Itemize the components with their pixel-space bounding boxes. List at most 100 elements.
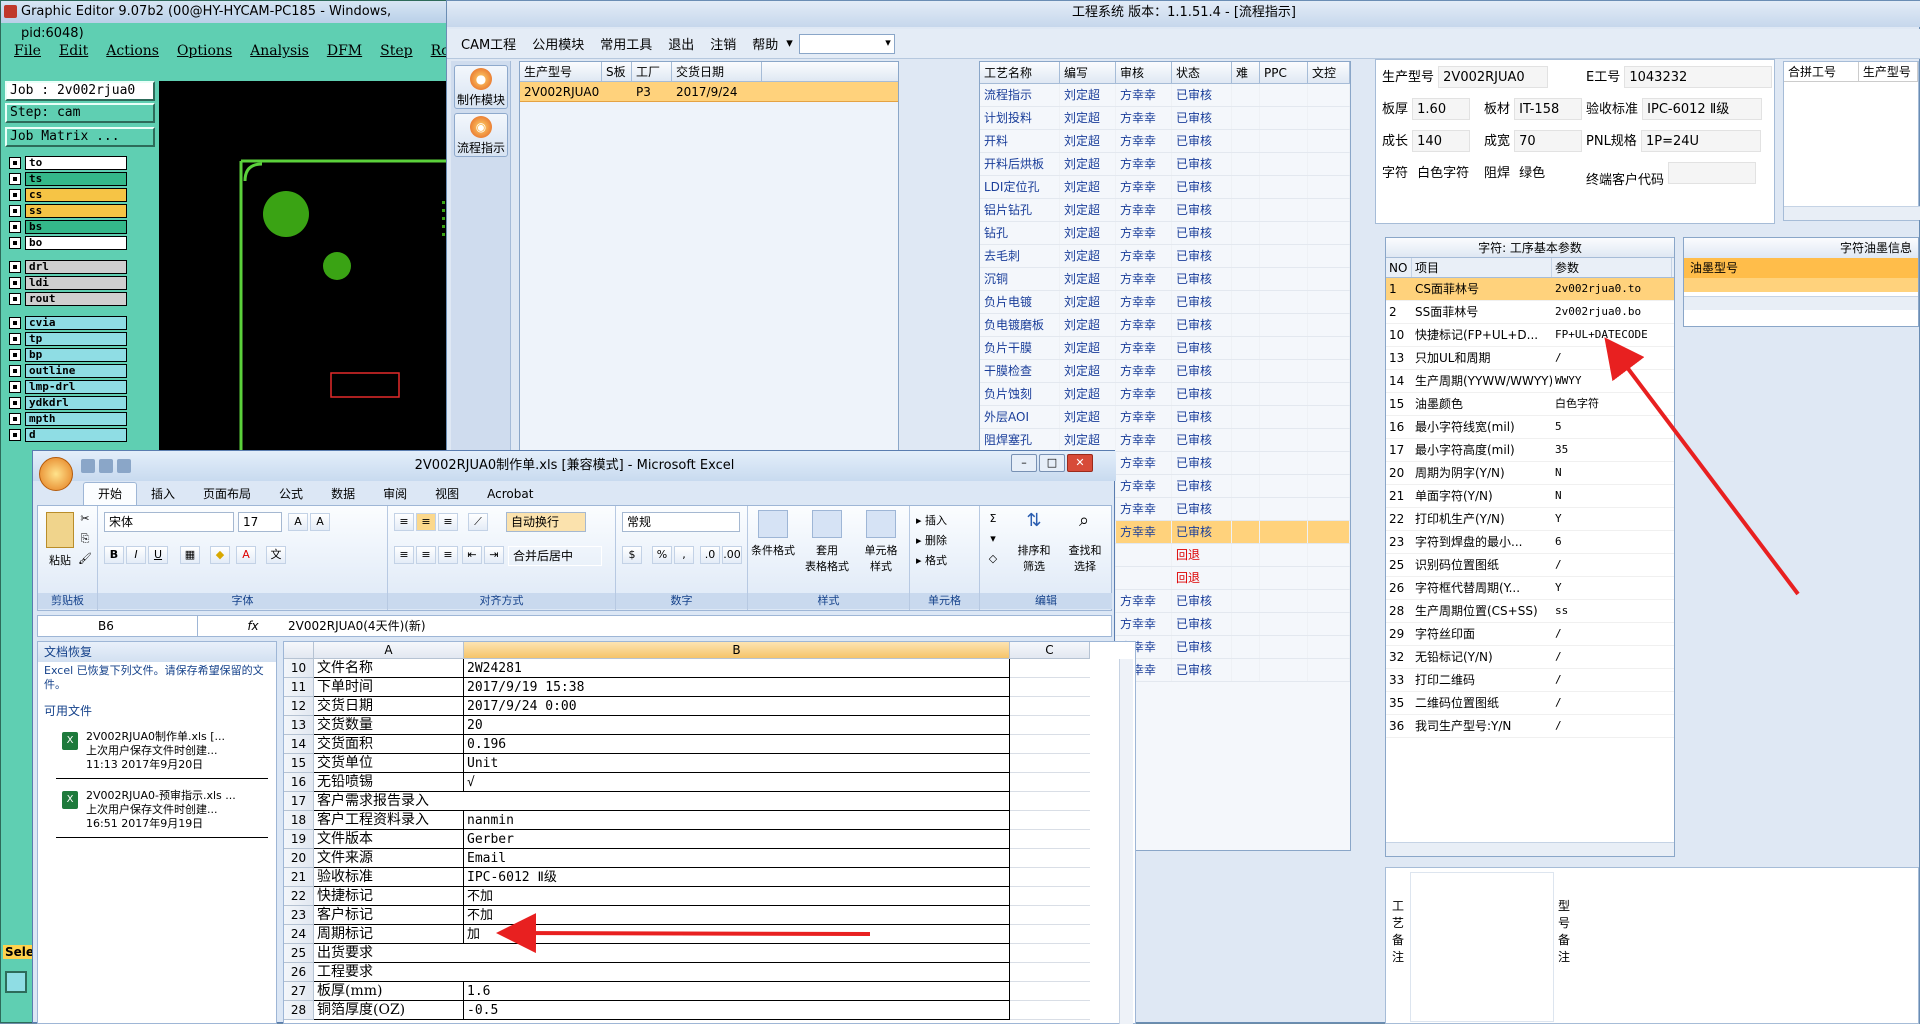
param-scrollbar[interactable] (1386, 842, 1674, 856)
row-number[interactable]: 17 (284, 792, 314, 811)
cell-c[interactable] (1010, 982, 1090, 1001)
decimal-increase-icon[interactable]: .0 (700, 546, 720, 564)
param-row[interactable]: 25 识别码位置图纸 / (1386, 554, 1674, 577)
col-no[interactable]: NO (1386, 258, 1412, 277)
cell-a[interactable]: 铜箔厚度(OZ) (314, 1001, 464, 1020)
process-row[interactable]: 计划投料 刘定超 方幸幸 已审核 (980, 107, 1350, 130)
table-format-icon[interactable] (812, 510, 842, 538)
conditional-format-icon[interactable] (758, 510, 788, 538)
col-doc[interactable]: 文控 (1308, 62, 1350, 83)
menu-help[interactable]: 帮助 (744, 34, 786, 53)
row-number[interactable]: 22 (284, 887, 314, 906)
menu-edit[interactable]: Edit (50, 43, 97, 59)
worksheet-row[interactable]: 21 验收标准 IPC-6012 Ⅱ级 (284, 868, 1090, 887)
cell-c[interactable] (1010, 1001, 1090, 1020)
vertical-scrollbar[interactable] (1119, 659, 1133, 1024)
comma-icon[interactable]: , (674, 546, 694, 564)
layer-name[interactable]: d (25, 428, 127, 442)
param-row[interactable]: 16 最小字符线宽(mil) 5 (1386, 416, 1674, 439)
layer-row[interactable]: cs (5, 187, 127, 203)
phonetic-icon[interactable]: 文 (266, 546, 286, 564)
row-number[interactable]: 21 (284, 868, 314, 887)
col-model[interactable]: 生产型号 (520, 62, 602, 81)
table-format-label[interactable]: 套用 表格格式 (800, 542, 854, 574)
cell-a[interactable]: 周期标记 (314, 925, 464, 944)
cell-a[interactable]: 文件名称 (314, 659, 464, 678)
process-row[interactable]: 开料后烘板 刘定超 方幸幸 已审核 (980, 153, 1350, 176)
model-field[interactable]: 2V002RJUA0 (1438, 66, 1549, 88)
layer-name[interactable]: ss (25, 204, 127, 218)
conditional-format-label[interactable]: 条件格式 (748, 542, 798, 558)
param-row[interactable]: 2 SS面菲林号 2v002rjua0.bo (1386, 301, 1674, 324)
number-format-select[interactable]: 常规 (622, 512, 740, 532)
thick-field[interactable]: 1.60 (1412, 98, 1471, 120)
cell-c[interactable] (1010, 849, 1090, 868)
merge-scrollbar[interactable] (1784, 206, 1920, 220)
menu-exit[interactable]: 退出 (660, 34, 702, 53)
worksheet-row[interactable]: 24 周期标记加 (284, 925, 1090, 944)
pnl-field[interactable]: 1P=24U (1640, 130, 1761, 152)
worksheet-grid[interactable]: A B C 10 文件名称 2W24281 11 下单时间 2017/9/19 15:38… (283, 641, 1136, 1024)
cell-style-label[interactable]: 单元格 样式 (854, 542, 908, 574)
cell-b[interactable]: 2W24281 (464, 659, 1010, 678)
cell-a[interactable]: 客户工程资料录入 (314, 811, 464, 830)
param-row[interactable]: 10 快捷标记(FP+UL+D... FP+UL+DATECODE (1386, 324, 1674, 347)
font-size-select[interactable]: 17 (238, 512, 282, 532)
indent-decrease-icon[interactable]: ⇤ (462, 546, 482, 564)
delete-cells-button[interactable]: ▸ 删除 (916, 532, 976, 548)
layer-checkbox[interactable] (9, 317, 21, 329)
param-row[interactable]: 26 字符框代替周期(Y... Y (1386, 577, 1674, 600)
cell-a[interactable]: 工程要求 (314, 963, 1010, 982)
layer-name[interactable]: ts (25, 172, 127, 186)
cell-c[interactable] (1010, 735, 1090, 754)
cell-a[interactable]: 下单时间 (314, 678, 464, 697)
office-button-icon[interactable] (39, 457, 73, 491)
tab-acrobat[interactable]: Acrobat (473, 483, 547, 505)
process-row[interactable]: 流程指示 刘定超 方幸幸 已审核 (980, 84, 1350, 107)
row-number[interactable]: 20 (284, 849, 314, 868)
col-date[interactable]: 交货日期 (672, 62, 762, 81)
autosum-icon[interactable]: Σ (986, 512, 1000, 525)
layer-checkbox[interactable] (9, 429, 21, 441)
align-center-icon[interactable]: ≡ (416, 546, 436, 564)
layer-row[interactable]: cvia (5, 315, 127, 331)
font-name-select[interactable]: 宋体 (104, 512, 234, 532)
process-row[interactable]: 钻孔 刘定超 方幸幸 已审核 (980, 222, 1350, 245)
align-left-icon[interactable]: ≡ (394, 546, 414, 564)
cell-c[interactable] (1010, 944, 1090, 963)
row-number[interactable]: 25 (284, 944, 314, 963)
align-top-icon[interactable]: ≡ (394, 513, 414, 531)
format-painter-icon[interactable]: 🖌 (78, 552, 92, 566)
process-row[interactable]: 去毛刺 刘定超 方幸幸 已审核 (980, 245, 1350, 268)
align-bottom-icon[interactable]: ≡ (438, 513, 458, 531)
layer-row[interactable]: bo (5, 235, 127, 251)
process-row[interactable]: 铝片钻孔 刘定超 方幸幸 已审核 (980, 199, 1350, 222)
select-all-corner[interactable] (284, 642, 314, 659)
layer-name[interactable]: drl (25, 260, 127, 274)
paste-label[interactable]: 粘贴 (42, 552, 78, 568)
param-row[interactable]: 13 只加UL和周期 / (1386, 347, 1674, 370)
cell-b[interactable]: √ (464, 773, 1010, 792)
cell-a[interactable]: 交货数量 (314, 716, 464, 735)
cell-a[interactable]: 交货面积 (314, 735, 464, 754)
param-row[interactable]: 22 打印机生产(Y/N) Y (1386, 508, 1674, 531)
layer-row[interactable]: mpth (5, 411, 127, 427)
process-row[interactable]: 干膜检查 刘定超 方幸幸 已审核 (980, 360, 1350, 383)
col-header-a[interactable]: A (314, 642, 464, 659)
cell-a[interactable]: 快捷标记 (314, 887, 464, 906)
worksheet-row[interactable]: 19 文件版本 Gerber (284, 830, 1090, 849)
indent-increase-icon[interactable]: ⇥ (484, 546, 504, 564)
find-select-icon[interactable]: ⌕ (1070, 510, 1098, 538)
layer-checkbox[interactable] (9, 381, 21, 393)
cell-b[interactable]: 不加 (464, 906, 1010, 925)
menu-dfm[interactable]: DFM (318, 43, 371, 59)
grow-font-icon[interactable]: A (288, 513, 308, 531)
col-param[interactable]: 参数 (1552, 258, 1672, 277)
undo-icon[interactable] (99, 459, 113, 473)
worksheet-row[interactable]: 28 铜箔厚度(OZ) -0.5 (284, 1001, 1090, 1020)
sort-filter-label[interactable]: 排序和 筛选 (1010, 542, 1058, 574)
cell-c[interactable] (1010, 963, 1090, 982)
worksheet-row[interactable]: 14 交货面积 0.196 (284, 735, 1090, 754)
worksheet-row[interactable]: 15 交货单位 Unit (284, 754, 1090, 773)
col-item[interactable]: 项目 (1412, 258, 1552, 277)
